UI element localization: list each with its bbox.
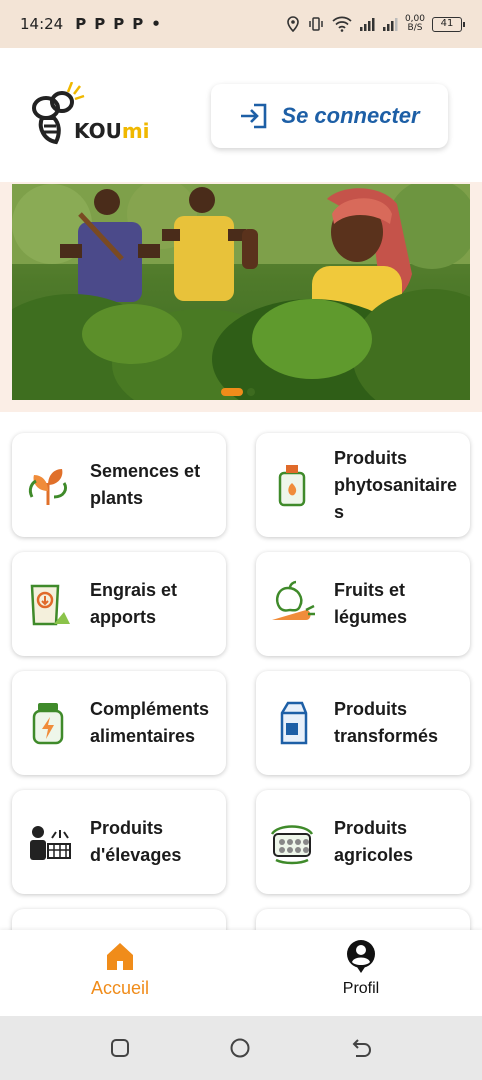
system-navigation-bar (0, 1016, 482, 1080)
banner-carousel[interactable] (0, 182, 482, 412)
category-grid: Semences et plants Produits phytosanitai… (0, 412, 482, 932)
status-notification-icons: P P P P • (75, 15, 161, 33)
egg-tray-icon (270, 825, 314, 865)
fertilizer-bag-icon (30, 584, 70, 626)
spray-bottle-icon (278, 465, 306, 507)
category-label: Produits transformés (334, 699, 439, 746)
status-bar: 14:24 P P P P • 0,00 B/S 41 (0, 0, 482, 48)
carousel-dot (247, 388, 255, 396)
network-speed: 0,00 B/S (404, 14, 425, 33)
nav-home[interactable]: Accueil (60, 940, 180, 999)
notification-p-icon: P (94, 15, 106, 33)
login-arrow-icon (241, 103, 267, 129)
category-card-engrais[interactable]: Engrais et apports (12, 552, 226, 656)
category-card-phytosanitaires[interactable]: Produits phytosanitaires (256, 433, 470, 537)
profile-icon (347, 940, 375, 973)
category-card-complements[interactable]: Compléments alimentaires (12, 671, 226, 775)
category-label: Produits phytosanitaires (334, 447, 458, 522)
category-card-semences[interactable]: Semences et plants (12, 433, 226, 537)
category-label: Produits d'élevages (90, 818, 182, 865)
category-label: Compléments alimentaires (90, 699, 210, 746)
supplement-jar-icon (32, 703, 64, 745)
signal-icon (359, 18, 375, 31)
recent-apps-icon[interactable] (110, 1038, 130, 1058)
category-label: Semences et plants (90, 461, 201, 508)
login-button[interactable]: Se connecter (211, 84, 448, 148)
carousel-indicator (221, 388, 255, 396)
back-icon[interactable] (350, 1038, 372, 1058)
logo-text-kou: KOU (74, 119, 122, 143)
category-card-agricoles[interactable]: Produits agricoles (256, 790, 470, 894)
bottom-navigation: Accueil Profil (0, 930, 482, 1016)
nav-profile[interactable]: Profil (301, 940, 421, 998)
home-circle-icon[interactable] (230, 1038, 250, 1058)
category-label: Engrais et apports (90, 580, 178, 627)
seedling-icon (28, 469, 68, 505)
location-icon (287, 16, 299, 32)
category-card-fruits[interactable]: Fruits et légumes (256, 552, 470, 656)
category-card-elevages[interactable]: Produits d'élevages (12, 790, 226, 894)
wifi-icon (332, 16, 352, 32)
login-button-label: Se connecter (281, 103, 420, 128)
status-system-icons: 0,00 B/S 41 (286, 14, 465, 33)
category-card-partial[interactable] (256, 909, 470, 932)
livestock-farmer-icon (30, 826, 71, 860)
banner-image (12, 184, 470, 400)
fruit-vegetable-icon (272, 580, 315, 620)
home-icon (107, 943, 133, 970)
notification-p-icon: P (75, 15, 87, 33)
category-card-transformes[interactable]: Produits transformés (256, 671, 470, 775)
signal-icon-2 (382, 18, 398, 31)
carousel-dot-active (221, 388, 243, 396)
category-label: Fruits et légumes (334, 580, 408, 627)
category-label: Produits agricoles (334, 818, 414, 865)
status-time: 14:24 (20, 15, 64, 33)
logo-wordmark: KOUmi (74, 119, 150, 143)
notification-p-icon: P (132, 15, 144, 33)
notification-p-icon: P (113, 15, 125, 33)
nav-profile-label: Profil (342, 980, 380, 997)
battery-icon: 41 (432, 16, 465, 32)
milk-carton-icon (280, 701, 308, 745)
vibrate-icon (309, 17, 323, 31)
nav-home-label: Accueil (90, 978, 150, 998)
category-card-partial[interactable] (12, 909, 226, 932)
app-header: KOUmi Se connecter (0, 48, 482, 182)
logo-text-mi: mi (121, 119, 150, 143)
kolmi-logo: KOUmi (30, 81, 150, 152)
notification-more-dot: • (151, 15, 161, 33)
